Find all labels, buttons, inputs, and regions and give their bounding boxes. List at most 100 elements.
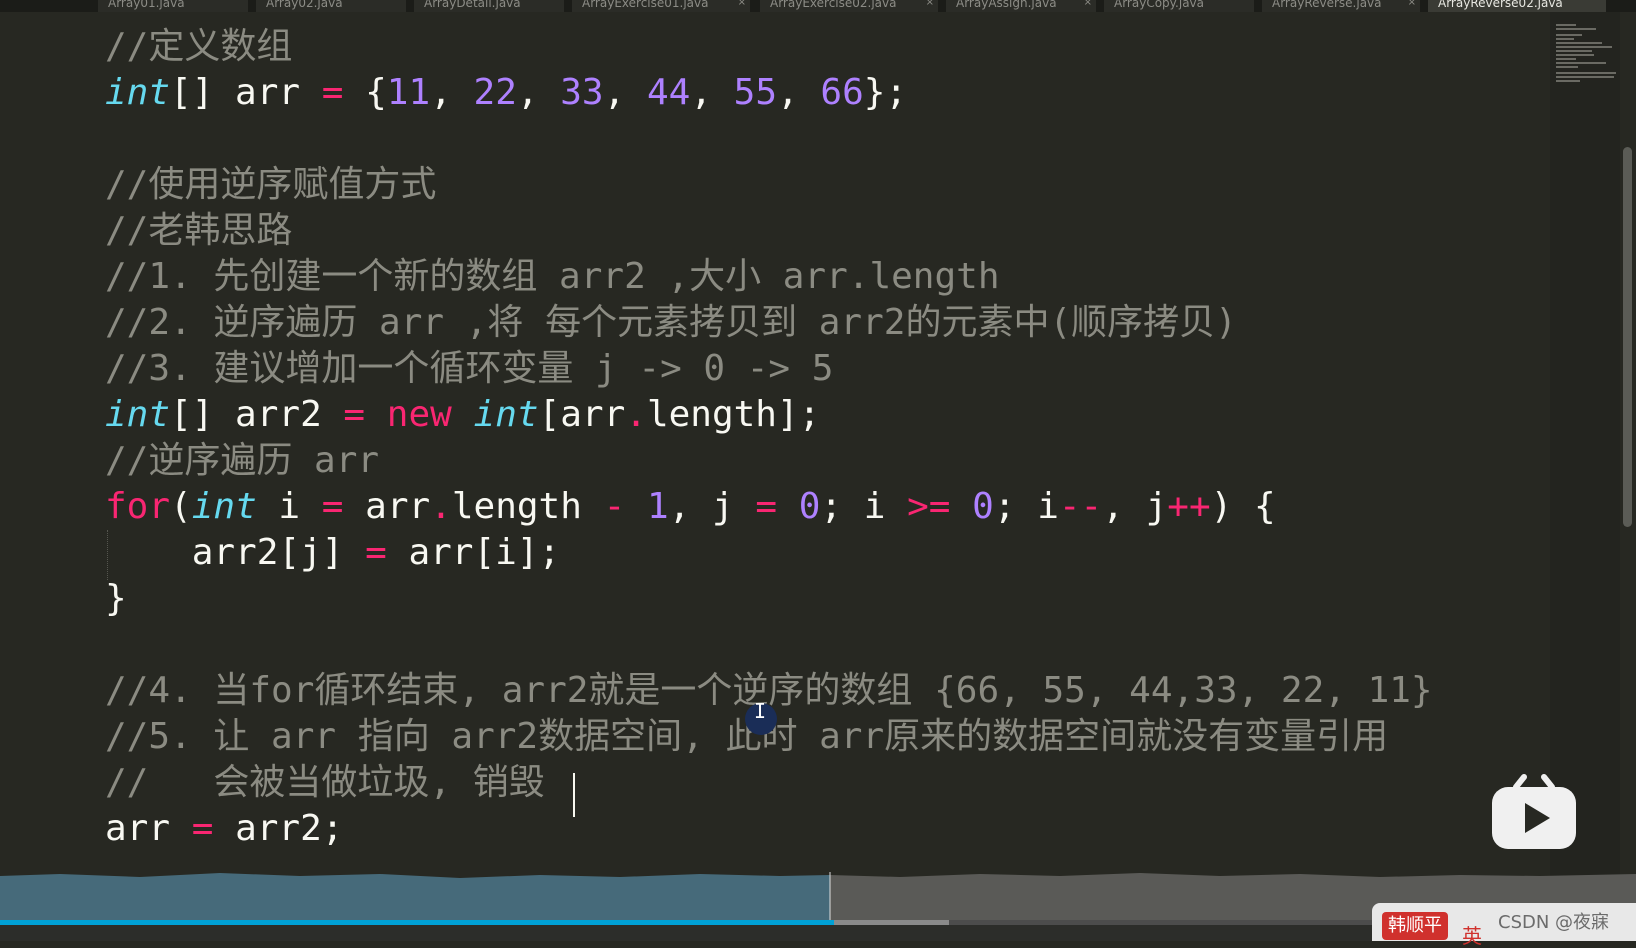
operator: = <box>755 486 778 527</box>
minimap-line <box>1556 76 1614 78</box>
tab-arraydetail[interactable]: ArrayDetail.java <box>414 0 564 12</box>
close-icon[interactable]: × <box>926 0 934 8</box>
code-token: , <box>516 72 561 113</box>
operator: . <box>430 486 452 527</box>
tab-arraycopy[interactable]: ArrayCopy.java <box>1104 0 1254 12</box>
tab-arrayreverse02[interactable]: ArrayReverse02.java <box>1428 0 1606 12</box>
vertical-scrollbar[interactable] <box>1620 12 1636 882</box>
code-line-1: //定义数组 <box>105 26 293 67</box>
close-icon[interactable]: × <box>1084 0 1092 8</box>
number: 1 <box>646 486 669 527</box>
operator: = <box>321 72 344 113</box>
code-token: ) { <box>1210 486 1276 527</box>
operator: -- <box>1058 486 1103 527</box>
code-token: arr[i]; <box>386 532 561 573</box>
code-token: ( <box>170 486 192 527</box>
code-line-9: int[] arr2 = new int[arr.length]; <box>105 392 820 438</box>
code-token: , <box>603 72 647 113</box>
ibeam-cursor-icon: I <box>753 699 767 723</box>
minimap-line <box>1556 54 1594 56</box>
tab-label: ArrayExercise02.java <box>770 0 897 10</box>
code-token: arr <box>343 486 431 527</box>
streamer-name: 韩顺平 <box>1382 912 1448 940</box>
code-line-5: //老韩思路 <box>105 210 293 251</box>
operator: = <box>365 532 387 573</box>
scrollbar-thumb[interactable] <box>1623 147 1632 527</box>
keyword: int <box>191 486 257 527</box>
close-icon[interactable]: × <box>738 0 746 8</box>
code-line-10: //逆序遍历 arr <box>105 440 380 481</box>
code-token: , <box>777 72 821 113</box>
operator: >= <box>907 486 951 527</box>
code-token: [] arr2 <box>170 394 344 435</box>
code-token: arr <box>105 808 192 849</box>
number: 55 <box>733 72 778 113</box>
code-token: length <box>451 486 604 527</box>
minimap-line <box>1556 62 1606 64</box>
buffered-bar <box>834 920 949 925</box>
tab-bar: Array01.java Array02.java ArrayDetail.ja… <box>0 0 1636 12</box>
code-line-4: //使用逆序赋值方式 <box>105 164 437 205</box>
code-token: arr2; <box>213 808 344 849</box>
code-token: }; <box>863 72 908 113</box>
minimap[interactable] <box>1550 12 1620 882</box>
code-line-13: } <box>105 578 127 619</box>
bilibili-tv-icon <box>1492 774 1576 849</box>
code-line-7: //2. 逆序遍历 arr ,将 每个元素拷贝到 arr2的元素中(顺序拷贝) <box>105 302 1237 343</box>
code-token: arr2[j] <box>105 532 366 573</box>
code-line-2: int[] arr = {11, 22, 33, 44, 55, 66}; <box>105 70 907 116</box>
number: 22 <box>473 72 517 113</box>
tab-label: ArrayReverse.java <box>1272 0 1382 10</box>
code-line-8: //3. 建议增加一个循环变量 j -> 0 -> 5 <box>105 348 834 389</box>
tab-arrayexercise02[interactable]: ArrayExercise02.java × <box>760 0 938 12</box>
tab-label: Array02.java <box>266 0 343 10</box>
close-icon[interactable]: × <box>1408 0 1416 8</box>
tab-label: ArrayExercise01.java <box>582 0 709 10</box>
code-line-11: for(int i = arr.length - 1, j = 0; i >= … <box>105 484 1276 530</box>
code-token: , j <box>1102 486 1168 527</box>
operator: = <box>343 394 366 435</box>
indent-guide <box>107 530 108 580</box>
tab-arrayreverse[interactable]: ArrayReverse.java × <box>1262 0 1420 12</box>
keyword: int <box>473 394 539 435</box>
code-token: , <box>430 72 474 113</box>
tab-arrayassign[interactable]: ArrayAssign.java × <box>946 0 1096 12</box>
code-token: , j <box>668 486 756 527</box>
code-editor[interactable]: //定义数组 int[] arr = {11, 22, 33, 44, 55, … <box>0 12 1550 882</box>
minimap-line <box>1556 50 1592 52</box>
number: 44 <box>646 72 691 113</box>
code-token: ; i <box>993 486 1059 527</box>
operator: - <box>603 486 626 527</box>
tab-label: Array01.java <box>108 0 185 10</box>
code-line-6: //1. 先创建一个新的数组 arr2 ,大小 arr.length <box>105 256 1000 297</box>
tab-label: ArrayDetail.java <box>424 0 521 10</box>
number: 66 <box>820 72 864 113</box>
progress-fill <box>0 920 835 925</box>
code-token: [arr <box>538 394 626 435</box>
tab-label: ArrayAssign.java <box>956 0 1057 10</box>
minimap-line <box>1556 38 1574 40</box>
minimap-line <box>1556 66 1578 68</box>
code-line-18: arr = arr2; <box>105 806 343 852</box>
operator: = <box>191 808 214 849</box>
code-token: length]; <box>646 394 821 435</box>
keyword: int <box>105 394 171 435</box>
code-line-12: arr2[j] = arr[i]; <box>105 530 560 576</box>
keyword: int <box>105 72 171 113</box>
minimap-line <box>1556 34 1582 36</box>
number: 11 <box>386 72 431 113</box>
number: 33 <box>560 72 604 113</box>
minimap-line <box>1556 58 1576 60</box>
code-token: { <box>343 72 387 113</box>
minimap-line <box>1556 80 1580 82</box>
keyword: new <box>386 394 452 435</box>
code-token: ; i <box>820 486 908 527</box>
tab-array01[interactable]: Array01.java <box>98 0 248 12</box>
tab-arrayexercise01[interactable]: ArrayExercise01.java × <box>572 0 750 12</box>
tab-array02[interactable]: Array02.java <box>256 0 406 12</box>
text-caret <box>573 773 575 817</box>
